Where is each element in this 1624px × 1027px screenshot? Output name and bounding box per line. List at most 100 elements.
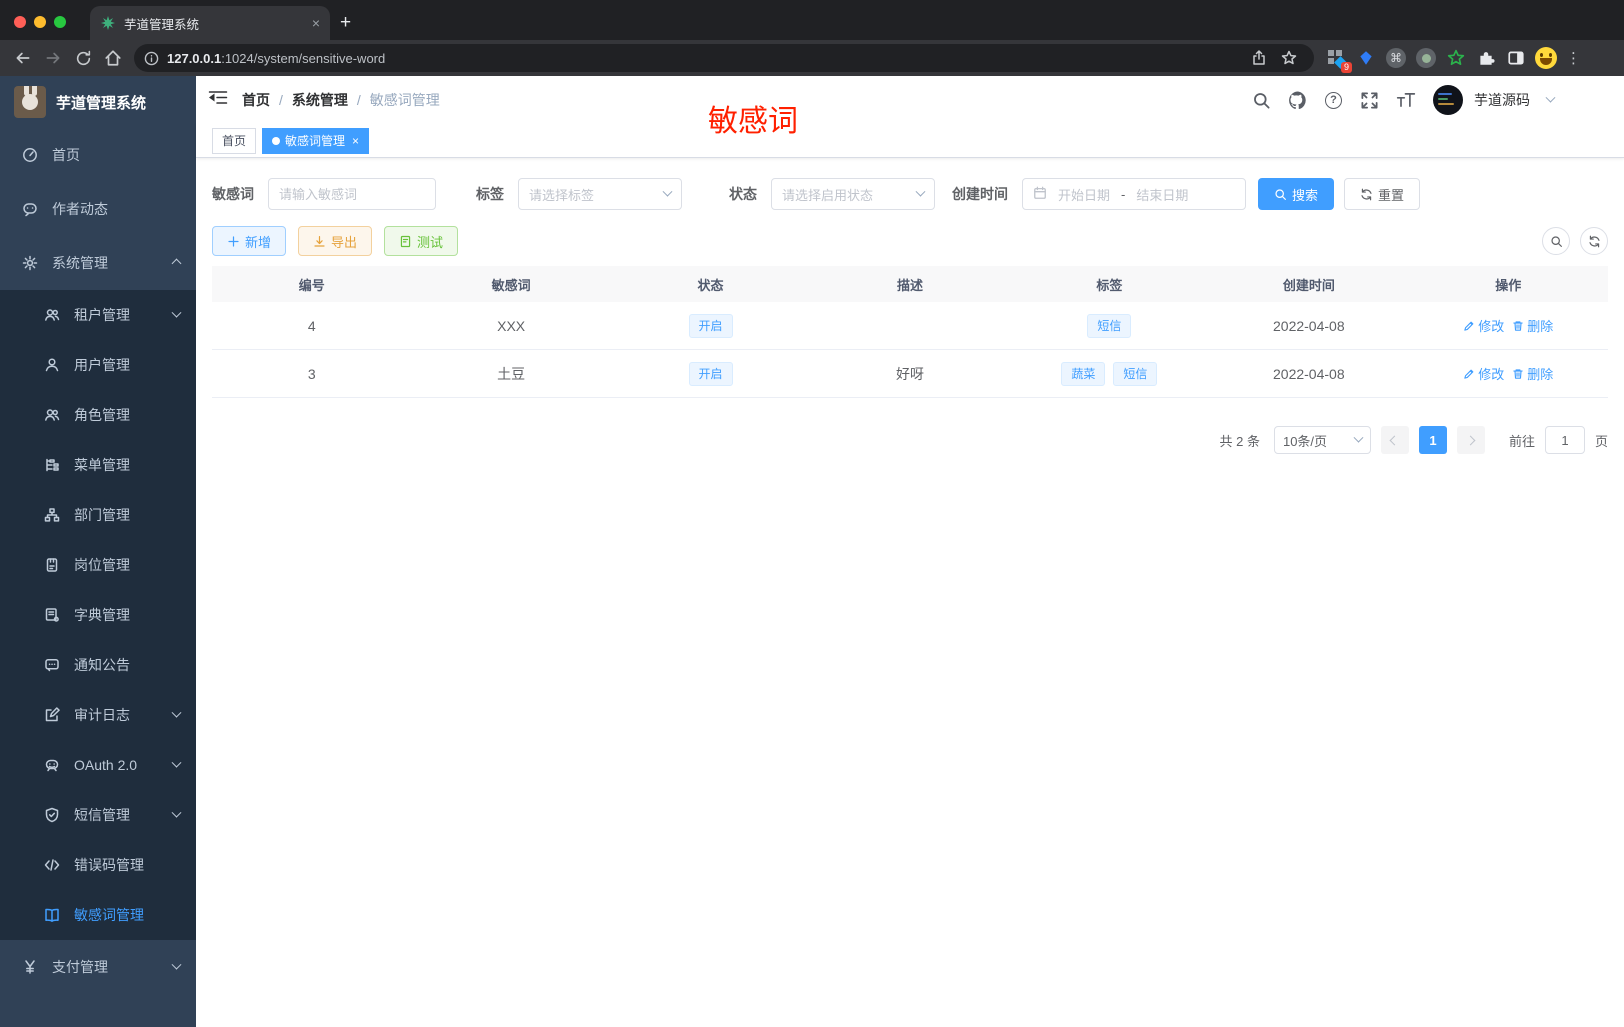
window-controls[interactable] bbox=[0, 16, 80, 40]
edit-button[interactable]: 修改 bbox=[1463, 364, 1504, 383]
search-icon[interactable] bbox=[1251, 90, 1271, 110]
delete-button[interactable]: 删除 bbox=[1512, 364, 1553, 383]
sidebar-item-error-code[interactable]: 错误码管理 bbox=[0, 840, 196, 890]
bookmark-star-icon[interactable] bbox=[1274, 44, 1304, 72]
browser-toolbar: 127.0.0.1:1024/system/sensitive-word 9 ⌘… bbox=[0, 40, 1624, 76]
extension-record-icon[interactable] bbox=[1414, 46, 1438, 70]
sidebar-item-sms[interactable]: 短信管理 bbox=[0, 790, 196, 840]
share-icon[interactable] bbox=[1244, 44, 1274, 72]
plus-icon bbox=[228, 235, 239, 247]
info-icon[interactable] bbox=[144, 51, 159, 66]
next-page-button[interactable] bbox=[1456, 426, 1485, 454]
refresh-icon bbox=[1361, 188, 1372, 200]
app-title: 芋道管理系统 bbox=[56, 94, 147, 112]
reset-button[interactable]: 重置 bbox=[1344, 178, 1421, 210]
tag-label: 标签 bbox=[476, 186, 504, 202]
sidebar-item-menu[interactable]: 菜单管理 bbox=[0, 440, 196, 490]
pagination: 共 2 条 10条/页 1 前往 页 bbox=[212, 426, 1608, 454]
status-badge: 开启 bbox=[688, 313, 733, 338]
minimize-window-button[interactable] bbox=[34, 16, 46, 28]
address-bar[interactable]: 127.0.0.1:1024/system/sensitive-word bbox=[134, 44, 1314, 72]
add-button[interactable]: 新增 bbox=[212, 226, 287, 256]
side-panel-icon[interactable] bbox=[1504, 46, 1528, 70]
reload-icon[interactable] bbox=[68, 44, 98, 72]
tab-sensitive-word[interactable]: 敏感词管理 × bbox=[262, 127, 370, 154]
tree-list-icon bbox=[46, 458, 59, 472]
keyword-input[interactable] bbox=[279, 186, 425, 202]
font-size-icon[interactable] bbox=[1396, 90, 1416, 110]
sidebar-item-tenant[interactable]: 租户管理 bbox=[0, 290, 196, 340]
sidebar-item-payment[interactable]: 支付管理 bbox=[0, 940, 196, 994]
help-icon[interactable]: ? bbox=[1325, 91, 1342, 109]
close-window-button[interactable] bbox=[14, 16, 26, 28]
hide-search-button[interactable] bbox=[1542, 227, 1570, 255]
status-label: 状态 bbox=[729, 186, 757, 202]
pencil-icon bbox=[1464, 321, 1474, 331]
sidebar-item-system[interactable]: 系统管理 bbox=[0, 236, 196, 290]
date-end-placeholder[interactable]: 结束日期 bbox=[1131, 185, 1193, 204]
edit-button[interactable]: 修改 bbox=[1463, 316, 1504, 335]
tag-select[interactable]: 请选择标签 bbox=[518, 178, 682, 210]
extension-star-icon[interactable] bbox=[1444, 46, 1468, 70]
browser-tab[interactable]: 芋道管理系统 × bbox=[90, 6, 330, 40]
trash-icon bbox=[1513, 368, 1523, 379]
sidebar-item-dept[interactable]: 部门管理 bbox=[0, 490, 196, 540]
current-page[interactable]: 1 bbox=[1418, 426, 1447, 454]
col-desc: 描述 bbox=[896, 277, 923, 293]
gear-icon bbox=[22, 255, 38, 271]
new-tab-button[interactable]: + bbox=[330, 12, 365, 40]
github-icon[interactable] bbox=[1288, 90, 1308, 110]
search-button[interactable]: 搜索 bbox=[1258, 178, 1335, 210]
home-icon[interactable] bbox=[98, 44, 128, 72]
collapse-sidebar-icon[interactable] bbox=[208, 89, 228, 111]
extension-cmd-icon[interactable]: ⌘ bbox=[1384, 46, 1408, 70]
tab-home[interactable]: 首页 bbox=[212, 127, 257, 154]
test-button[interactable]: 测试 bbox=[384, 226, 459, 256]
browser-tab-strip: 芋道管理系统 × + bbox=[0, 0, 1624, 40]
user-menu-caret-icon[interactable] bbox=[1545, 92, 1556, 103]
extension-gem-icon[interactable] bbox=[1354, 46, 1378, 70]
refresh-table-button[interactable] bbox=[1580, 227, 1608, 255]
sidebar-item-notice[interactable]: 通知公告 bbox=[0, 640, 196, 690]
browser-menu-icon[interactable]: ⋮ bbox=[1564, 49, 1587, 67]
goto-page-input[interactable] bbox=[1544, 426, 1585, 454]
date-range-input[interactable]: 开始日期 - 结束日期 bbox=[1022, 178, 1246, 210]
sidebar-item-home[interactable]: 首页 bbox=[0, 128, 196, 182]
date-start-placeholder[interactable]: 开始日期 bbox=[1053, 185, 1115, 204]
url-host: 127.0.0.1 bbox=[167, 50, 222, 66]
breadcrumb-system[interactable]: 系统管理 bbox=[292, 90, 348, 110]
tab-close-icon[interactable]: × bbox=[352, 134, 359, 148]
user-avatar[interactable] bbox=[1433, 85, 1463, 115]
sidebar-item-author-news[interactable]: 作者动态 bbox=[0, 182, 196, 236]
breadcrumb-home[interactable]: 首页 bbox=[242, 90, 270, 110]
delete-button[interactable]: 删除 bbox=[1512, 316, 1553, 335]
zoom-window-button[interactable] bbox=[54, 16, 66, 28]
username[interactable]: 芋道源码 bbox=[1474, 90, 1530, 110]
prev-page-button[interactable] bbox=[1380, 426, 1409, 454]
export-button[interactable]: 导出 bbox=[298, 226, 373, 256]
sidebar-item-sensitive-word[interactable]: 敏感词管理 bbox=[0, 890, 196, 940]
page-size-select[interactable]: 10条/页 bbox=[1273, 426, 1371, 454]
profile-avatar-emoji[interactable] bbox=[1534, 46, 1558, 70]
tag-badge: 短信 bbox=[1113, 361, 1158, 386]
sidebar-item-role[interactable]: 角色管理 bbox=[0, 390, 196, 440]
sidebar-item-oauth[interactable]: OAuth 2.0 bbox=[0, 740, 196, 790]
sidebar-item-user[interactable]: 用户管理 bbox=[0, 340, 196, 390]
back-icon[interactable] bbox=[8, 44, 38, 72]
extension-grid-icon[interactable]: 9 bbox=[1324, 46, 1352, 73]
tab-close-icon[interactable]: × bbox=[312, 15, 320, 31]
refresh-icon bbox=[1588, 235, 1600, 247]
status-select[interactable]: 请选择启用状态 bbox=[771, 178, 935, 210]
sidebar-item-dict[interactable]: 字典管理 bbox=[0, 590, 196, 640]
app-navbar: 首页 / 系统管理 / 敏感词管理 ? 芋道源码 bbox=[196, 76, 1624, 124]
fullscreen-icon[interactable] bbox=[1359, 90, 1379, 110]
sidebar-item-audit-log[interactable]: 审计日志 bbox=[0, 690, 196, 740]
extension-area: 9 ⌘ ⋮ bbox=[1324, 46, 1587, 73]
sensitive-word-table: 编号 敏感词 状态 描述 标签 创建时间 操作 4 XXX 开启 短信 2022… bbox=[212, 266, 1608, 398]
table-row: 3 土豆 开启 好呀 蔬菜 短信 2022-04-08 修改 删除 bbox=[212, 350, 1608, 398]
sidebar-item-post[interactable]: 岗位管理 bbox=[0, 540, 196, 590]
chevron-down-icon bbox=[171, 959, 182, 970]
extension-puzzle-icon[interactable] bbox=[1474, 46, 1498, 70]
forward-icon[interactable] bbox=[38, 44, 68, 72]
navbar-right: ? 芋道源码 bbox=[1251, 85, 1606, 115]
